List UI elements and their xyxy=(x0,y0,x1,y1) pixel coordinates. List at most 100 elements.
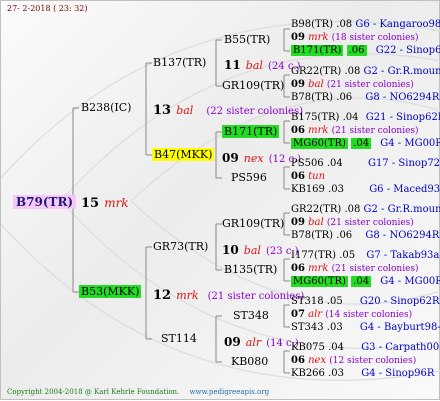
gen4-5-b-year: .04 xyxy=(351,276,372,287)
gen3-1-a-name: B171(TR) xyxy=(222,125,280,138)
gen2-upper-sisters: (22 sister colonies) xyxy=(206,106,303,117)
gen4-6-num: 07 xyxy=(291,309,305,320)
gen4-0-b-year: .06 xyxy=(346,45,367,56)
gen2-lower-note: mrk xyxy=(176,289,199,302)
gen1-lower-node[interactable]: B53(MKK) xyxy=(79,285,142,298)
gen3-2-b-node[interactable]: B135(TR) xyxy=(224,264,277,275)
gen4-3-a-year: .04 xyxy=(326,158,343,169)
pedigree-frame: 27- 2-2018 ( 23: 32) B79(TR) 15 mrk B238… xyxy=(0,0,440,400)
gen4-2-b-row[interactable]: MG60(TR) .04 G4 - MG00R xyxy=(291,138,440,149)
gen3-3-a-node[interactable]: ST348 xyxy=(233,310,269,321)
gen4-7-b-breeder: G4 - Sinop96R xyxy=(361,368,435,379)
gen2-lower-a-node[interactable]: GR73(TR) xyxy=(153,241,208,252)
gen4-3-a-name: PS506 xyxy=(291,158,324,169)
gen1-num: 15 xyxy=(81,196,100,211)
gen4-6-label: 07 alr (14 sister colonies) xyxy=(291,310,412,320)
gen4-3-b-breeder: G6 - Maced93R xyxy=(369,184,440,195)
gen4-4-b-name: B78(TR) xyxy=(291,230,334,241)
gen4-2-a-row[interactable]: B175(TR) .04 G21 - Sinop62R xyxy=(291,113,440,123)
gen3-2-note: bal xyxy=(243,244,261,257)
gen4-2-a-breeder: G21 - Sinop62R xyxy=(365,112,440,123)
gen4-1-a-row[interactable]: GR22(TR) .08 G2 - Gr.R.mounta xyxy=(291,67,440,77)
gen3-0-b-node[interactable]: GR109(TR) xyxy=(222,80,284,91)
gen4-4-a-breeder: G2 - Gr.R.mounta xyxy=(363,204,440,215)
gen4-7-a-row[interactable]: KB075 .04 G3 - Carpath00R xyxy=(291,343,440,353)
gen3-1-b-node[interactable]: PS596 xyxy=(231,172,267,183)
gen4-5-a-breeder: G7 - Takab93aR xyxy=(366,250,440,261)
gen4-0-a-year: .08 xyxy=(336,19,353,30)
gen4-7-b-year: .03 xyxy=(328,368,344,379)
gen4-6-sisters: (14 sister colonies) xyxy=(325,310,413,320)
gen2-upper-b-node[interactable]: B47(MKK) xyxy=(152,148,215,161)
gen1-note: mrk xyxy=(104,196,129,210)
gen4-1-b-name: B78(TR) xyxy=(291,92,334,103)
gen2-lower-b-node[interactable]: ST114 xyxy=(161,333,197,344)
gen4-7-b-row[interactable]: KB266 .03 G4 - Sinop96R xyxy=(291,369,434,379)
gen3-2-a-node[interactable]: GR109(TR) xyxy=(222,218,284,229)
gen4-3-a-breeder: G17 - Sinop72R xyxy=(367,158,440,169)
gen3-0-note: bal xyxy=(245,59,263,72)
gen4-1-b-row[interactable]: B78(TR) .06 G8 - NO6294R xyxy=(291,93,439,103)
gen4-1-a-breeder: G2 - Gr.R.mounta xyxy=(363,66,440,77)
gen4-4-note: bal xyxy=(308,217,324,228)
gen4-6-a-year: .05 xyxy=(326,296,343,307)
gen4-1-num: 09 xyxy=(291,79,305,90)
gen4-4-a-row[interactable]: GR22(TR) .08 G2 - Gr.R.mounta xyxy=(291,205,440,215)
gen4-0-b-breeder: G22 - Sinop62R xyxy=(375,45,440,56)
gen4-1-a-year: .08 xyxy=(344,66,361,77)
gen4-6-a-row[interactable]: ST318 .05 G20 - Sinop62R xyxy=(291,297,440,307)
header-date: 27- 2-2018 ( 23: 32) xyxy=(7,4,88,13)
gen3-3-num: 09 xyxy=(224,335,241,349)
gen4-6-a-breeder: G20 - Sinop62R xyxy=(359,296,440,307)
gen4-2-b-breeder: G4 - MG00R xyxy=(380,138,440,149)
gen4-3-a-row[interactable]: PS506 .04 G17 - Sinop72R xyxy=(291,159,440,169)
gen4-5-a-row[interactable]: I177(TR) .05 G7 - Takab93aR xyxy=(291,251,440,261)
gen3-3-b-node[interactable]: KB080 xyxy=(231,356,268,367)
gen4-0-b-row[interactable]: B171(TR) .06 G22 - Sinop62R xyxy=(291,45,440,56)
gen4-4-a-year: .08 xyxy=(344,204,361,215)
gen4-5-b-name: MG60(TR) xyxy=(291,276,348,287)
gen4-1-b-year: .06 xyxy=(336,92,353,103)
gen4-5-b-row[interactable]: MG60(TR) .04 G4 - MG00R xyxy=(291,276,440,287)
gen4-0-label: 09 mrk (18 sister colonies) xyxy=(291,33,419,43)
gen4-4-b-breeder: G8 - NO6294R xyxy=(365,230,440,241)
gen4-4-b-row[interactable]: B78(TR) .06 G8 - NO6294R xyxy=(291,231,439,241)
gen4-0-a-row[interactable]: B98(TR) .08 G6 - Kangaroo98R xyxy=(291,20,440,30)
gen4-6-b-breeder: G4 - Bayburt98-3 xyxy=(359,322,440,333)
gen3-0-a-node[interactable]: B55(TR) xyxy=(224,34,270,45)
gen4-2-a-year: .04 xyxy=(342,112,359,123)
gen4-0-note: mrk xyxy=(308,32,329,43)
gen4-5-a-name: I177(TR) xyxy=(291,250,337,261)
gen4-2-label: 06 mrk (21 sister colonies) xyxy=(291,126,419,136)
gen4-5-note: mrk xyxy=(308,263,329,274)
gen4-7-a-year: .04 xyxy=(328,342,344,353)
gen2-upper-label: 13 bal (22 sister colonies) xyxy=(153,101,303,117)
gen4-2-b-name: MG60(TR) xyxy=(291,138,348,149)
gen4-4-a-name: GR22(TR) xyxy=(291,204,342,215)
gen4-6-a-name: ST318 xyxy=(291,296,324,307)
gen4-2-b-year: .04 xyxy=(351,138,372,149)
gen3-3-note: alr xyxy=(245,336,262,349)
gen3-1-note: nex xyxy=(243,152,264,165)
gen4-1-label: 09 bal (21 sister colonies) xyxy=(291,80,414,90)
gen4-3-b-row[interactable]: KB169 .03 G6 - Maced93R xyxy=(291,185,440,195)
gen4-5-label: 06 mrk (21 sister colonies) xyxy=(291,264,419,274)
gen3-0-num: 11 xyxy=(224,58,241,72)
root-node[interactable]: B79(TR) xyxy=(13,193,77,209)
footer-website[interactable]: www.pedigreeapis.org xyxy=(190,388,270,396)
gen4-7-sisters: (12 sister colonies) xyxy=(329,356,417,366)
gen4-0-b-name: B171(TR) xyxy=(291,45,344,56)
gen3-1-a-node[interactable]: B171(TR) xyxy=(222,125,280,138)
gen1-upper-node[interactable]: B238(IC) xyxy=(81,102,131,113)
gen4-7-label: 06 nex (12 sister colonies) xyxy=(291,356,416,366)
gen4-6-b-row[interactable]: ST343 .03 G4 - Bayburt98-3 xyxy=(291,323,440,333)
footer: Copyright 2004-2018 @ Karl Kehrle Founda… xyxy=(7,389,269,396)
gen3-2-label: 10 bal (23 c.) xyxy=(222,241,299,257)
gen4-3-note: tun xyxy=(308,171,326,182)
gen4-0-sisters: (18 sister colonies) xyxy=(331,33,419,43)
gen2-upper-a-node[interactable]: B137(TR) xyxy=(153,57,206,68)
gen4-0-a-name: B98(TR) xyxy=(291,19,334,30)
gen1-lower-name: B53(MKK) xyxy=(79,285,142,298)
gen4-6-note: alr xyxy=(308,309,323,320)
gen4-7-b-name: KB266 xyxy=(291,368,325,379)
